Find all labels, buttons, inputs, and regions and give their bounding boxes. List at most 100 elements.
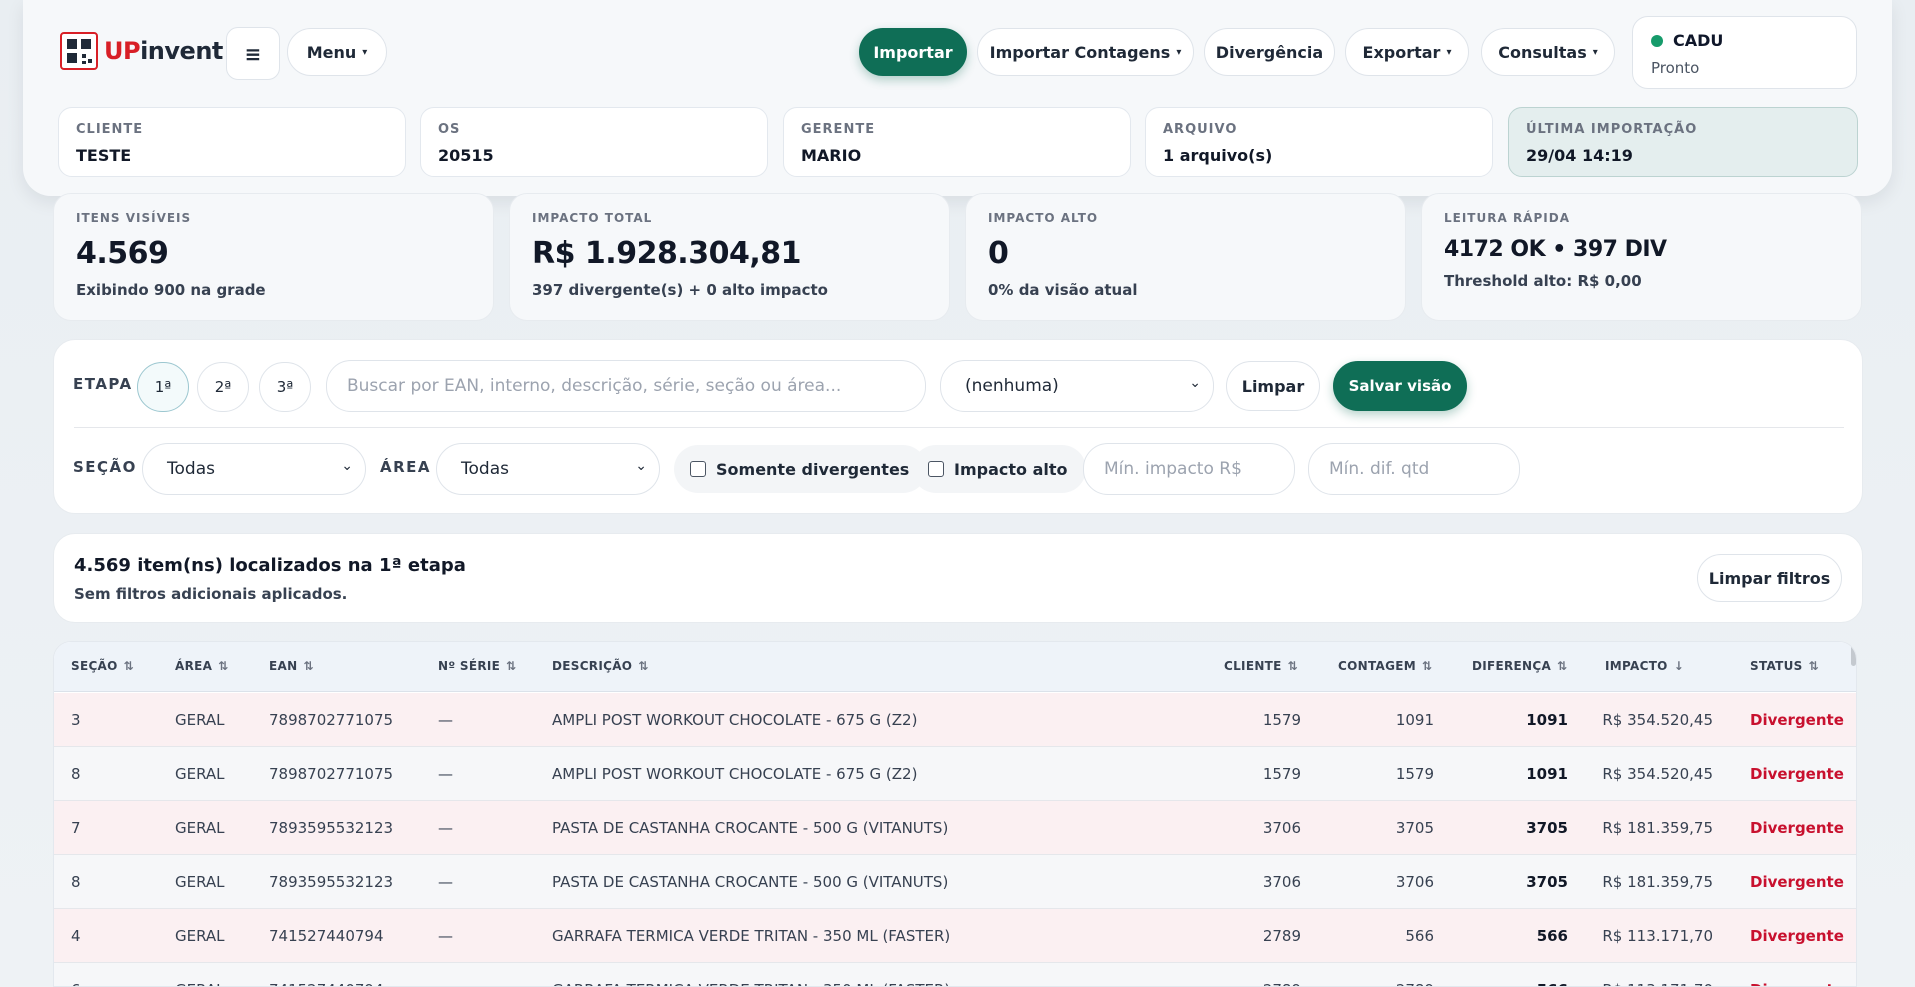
min-impact-input[interactable]: Mín. impacto R$	[1083, 443, 1295, 495]
table-row[interactable]: 8 GERAL 7898702771075 — AMPLI POST WORKOUT C…	[54, 747, 1856, 801]
col-serial-label: Nº SÉRIE	[438, 659, 501, 673]
only-divergent-label: Somente divergentes	[716, 459, 910, 479]
sort-icon: ⇅	[506, 659, 517, 673]
user-name: CADU	[1673, 31, 1724, 50]
col-difference[interactable]: DIFERENÇA ⇅	[1472, 659, 1567, 673]
clear-button[interactable]: Limpar	[1226, 361, 1320, 411]
cell-section: 8	[71, 765, 81, 783]
kpi-value: 0	[988, 236, 1009, 271]
col-client[interactable]: CLIENTE ⇅	[1224, 659, 1298, 673]
cell-description: GARRAFA TERMICA VERDE TRITAN - 350 ML (F…	[552, 927, 951, 945]
area-label: ÁREA	[380, 458, 432, 476]
brand-name-rest: invent	[140, 37, 223, 65]
info-client-value: TESTE	[76, 146, 132, 165]
export-button[interactable]: Exportar ▾	[1345, 28, 1469, 76]
col-count[interactable]: CONTAGEM ⇅	[1338, 659, 1432, 673]
stage-2-button[interactable]: 2ª	[197, 362, 249, 412]
cell-section: 8	[71, 873, 81, 891]
col-area[interactable]: ÁREA ⇅	[175, 659, 229, 673]
area-value: Todas	[461, 459, 509, 479]
import-label: Importar	[873, 42, 953, 62]
queries-button[interactable]: Consultas ▾	[1481, 28, 1615, 76]
kpi-high-impact: IMPACTO ALTO 0 0% da visão atual	[965, 193, 1406, 321]
min-impact-placeholder: Mín. impacto R$	[1104, 459, 1242, 479]
results-summary: 4.569 item(ns) localizados na 1ª etapa S…	[53, 533, 1863, 623]
checkbox-icon	[928, 461, 944, 477]
cell-impact: R$ 113.171,70	[1602, 927, 1713, 945]
divergence-button[interactable]: Divergência	[1204, 28, 1335, 76]
brand-logo[interactable]: UPinvent	[60, 32, 223, 70]
search-input[interactable]: Buscar por EAN, interno, descrição, séri…	[326, 360, 926, 412]
cell-status: Divergente	[1750, 873, 1844, 891]
export-label: Exportar	[1362, 42, 1441, 62]
hamburger-menu-button[interactable]: ≡	[226, 27, 280, 80]
cell-description: PASTA DE CASTANHA CROCANTE - 500 G (VITA…	[552, 819, 949, 837]
table-scrollbar[interactable]	[1851, 644, 1856, 666]
cell-ean: 7898702771075	[269, 711, 394, 729]
cell-serial: —	[438, 711, 453, 729]
clear-filters-label: Limpar filtros	[1708, 568, 1831, 588]
kpi-label: IMPACTO TOTAL	[532, 211, 653, 225]
menu-dropdown-button[interactable]: Menu ▾	[287, 28, 387, 76]
saved-view-value: (nenhuma)	[965, 376, 1059, 396]
table-header: SEÇÃO ⇅ ÁREA ⇅ EAN ⇅ Nº SÉRIE ⇅ DESCRIÇÃO ⇅ C…	[54, 642, 1856, 692]
sort-icon: ⇅	[1557, 659, 1568, 673]
table-row[interactable]: 6 GERAL 741527440794 — GARRAFA TERMICA VERDE…	[54, 963, 1856, 986]
kpi-value: 4172 OK • 397 DIV	[1444, 237, 1667, 262]
col-serial[interactable]: Nº SÉRIE ⇅	[438, 659, 517, 673]
cell-description: AMPLI POST WORKOUT CHOCOLATE - 675 G (Z2…	[552, 765, 918, 783]
info-file-value: 1 arquivo(s)	[1163, 146, 1273, 165]
stage-1-button[interactable]: 1ª	[137, 362, 189, 412]
brand-name-up: UP	[104, 37, 141, 65]
save-view-button[interactable]: Salvar visão	[1333, 361, 1467, 411]
cell-area: GERAL	[175, 765, 225, 783]
col-ean[interactable]: EAN ⇅	[269, 659, 314, 673]
table-row[interactable]: 4 GERAL 741527440794 — GARRAFA TERMICA VERDE…	[54, 909, 1856, 963]
col-difference-label: DIFERENÇA	[1472, 659, 1552, 673]
table-row[interactable]: 3 GERAL 7898702771075 — AMPLI POST WORKOUT C…	[54, 693, 1856, 747]
clear-filters-button[interactable]: Limpar filtros	[1697, 554, 1842, 602]
col-status[interactable]: STATUS ⇅	[1750, 659, 1819, 673]
chevron-down-icon: ⌄	[635, 458, 647, 474]
cell-ean: 7898702771075	[269, 765, 394, 783]
min-diff-input[interactable]: Mín. dif. qtd	[1308, 443, 1520, 495]
saved-view-select[interactable]: (nenhuma) ⌄	[940, 360, 1214, 412]
table-row[interactable]: 8 GERAL 7893595532123 — PASTA DE CASTANHA CR…	[54, 855, 1856, 909]
kpi-label: ITENS VISÍVEIS	[76, 211, 192, 225]
stage-3-button[interactable]: 3ª	[259, 362, 311, 412]
cell-serial: —	[438, 981, 453, 986]
col-section[interactable]: SEÇÃO ⇅	[71, 659, 134, 673]
cell-count: 1091	[1395, 711, 1434, 729]
user-status-text: Pronto	[1651, 59, 1700, 77]
info-file: ARQUIVO 1 arquivo(s)	[1145, 107, 1493, 177]
cell-difference: 3705	[1526, 873, 1568, 891]
table-row[interactable]: 7 GERAL 7893595532123 — PASTA DE CASTANHA CR…	[54, 801, 1856, 855]
cell-section: 4	[71, 927, 81, 945]
cell-status: Divergente	[1750, 711, 1844, 729]
chevron-down-icon: ⌄	[1189, 375, 1201, 391]
kpi-subtitle: 0% da visão atual	[988, 281, 1138, 299]
results-title: 4.569 item(ns) localizados na 1ª etapa	[74, 555, 466, 576]
import-counts-button[interactable]: Importar Contagens ▾	[977, 28, 1194, 76]
user-status-card[interactable]: CADU Pronto	[1632, 16, 1857, 89]
cell-difference: 3705	[1526, 819, 1568, 837]
cell-count: 566	[1405, 927, 1434, 945]
section-select[interactable]: Todas ⌄	[142, 443, 366, 495]
cell-ean: 741527440794	[269, 981, 384, 986]
cell-client: 2789	[1263, 981, 1301, 986]
info-client: CLIENTE TESTE	[58, 107, 406, 177]
high-impact-checkbox[interactable]: Impacto alto	[912, 445, 1086, 493]
cell-ean: 7893595532123	[269, 873, 394, 891]
area-select[interactable]: Todas ⌄	[436, 443, 660, 495]
import-button[interactable]: Importar	[859, 28, 967, 76]
cell-count: 1579	[1395, 765, 1434, 783]
cell-impact: R$ 354.520,45	[1602, 711, 1713, 729]
info-client-label: CLIENTE	[76, 122, 144, 137]
cell-description: GARRAFA TERMICA VERDE TRITAN - 350 ML (F…	[552, 981, 950, 986]
col-description[interactable]: DESCRIÇÃO ⇅	[552, 659, 649, 673]
info-manager: GERENTE MARIO	[783, 107, 1131, 177]
min-diff-placeholder: Mín. dif. qtd	[1329, 459, 1430, 479]
checkbox-icon	[690, 461, 706, 477]
col-impact[interactable]: IMPACTO ↓	[1605, 659, 1684, 673]
only-divergent-checkbox[interactable]: Somente divergentes	[674, 445, 928, 493]
